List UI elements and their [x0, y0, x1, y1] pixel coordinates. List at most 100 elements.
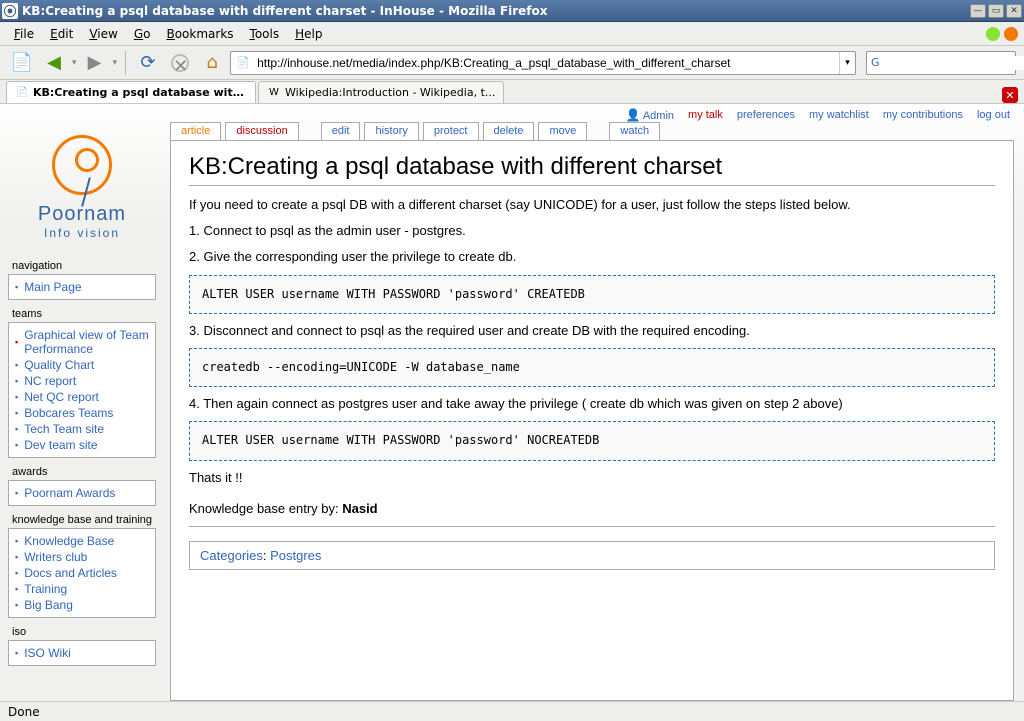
app-icon: ⦿	[2, 3, 18, 19]
ca-discussion[interactable]: discussion	[225, 122, 298, 140]
close-button[interactable]: ✕	[1006, 4, 1022, 18]
code-block-1: ALTER USER username WITH PASSWORD 'passw…	[189, 275, 995, 314]
link-contributions[interactable]: my contributions	[883, 109, 963, 121]
kb-link[interactable]: Knowledge Base	[24, 534, 114, 548]
stop-button[interactable]: ✕	[166, 49, 194, 77]
menu-go[interactable]: Go	[126, 25, 159, 43]
menu-help[interactable]: Help	[287, 25, 330, 43]
portlet-kb: knowledge base and training Knowledge Ba…	[8, 514, 156, 618]
toolbar: 📄 ◀ ▾ ▶ ▾ ⟳ ✕ ⌂ 📄 ▾ G	[0, 46, 1024, 80]
link-logout[interactable]: log out	[977, 109, 1010, 121]
link-admin[interactable]: Admin	[643, 110, 674, 122]
menu-edit[interactable]: Edit	[42, 25, 81, 43]
awards-link[interactable]: Poornam Awards	[24, 486, 115, 500]
kb-link[interactable]: Docs and Articles	[24, 566, 117, 580]
page-viewport: 👤Admin my talk preferences my watchlist …	[0, 104, 1024, 701]
article-content: KB:Creating a psql database with differe…	[170, 140, 1014, 701]
menu-file[interactable]: File	[6, 25, 42, 43]
teams-link[interactable]: Quality Chart	[24, 358, 94, 372]
article-step4: 4. Then again connect as postgres user a…	[189, 395, 995, 413]
portlet-navigation: navigation Main Page	[8, 260, 156, 300]
teams-link[interactable]: NC report	[24, 374, 76, 388]
url-bar[interactable]: 📄 ▾	[230, 51, 856, 75]
browser-tab-1[interactable]: W Wikipedia:Introduction - Wikipedia, t.…	[258, 81, 504, 103]
status-text: Done	[8, 705, 40, 719]
portlet-awards: awards Poornam Awards	[8, 466, 156, 506]
categories-box: Categories: Postgres	[189, 541, 995, 570]
ca-delete[interactable]: delete	[483, 122, 535, 140]
article-intro: If you need to create a psql DB with a d…	[189, 196, 995, 214]
search-engine-icon: G	[871, 55, 880, 71]
ca-edit[interactable]: edit	[321, 122, 361, 140]
nav-main-page[interactable]: Main Page	[24, 280, 81, 294]
link-mytalk[interactable]: my talk	[688, 109, 723, 121]
ca-move[interactable]: move	[538, 122, 587, 140]
link-watchlist[interactable]: my watchlist	[809, 109, 869, 121]
tab-bar: 📄 KB:Creating a psql database with... W …	[0, 80, 1024, 104]
code-block-3: ALTER USER username WITH PASSWORD 'passw…	[189, 421, 995, 460]
logo-swirl-icon	[52, 135, 112, 195]
site-logo[interactable]: Poornam Info vision	[8, 122, 156, 252]
url-input[interactable]	[255, 56, 839, 70]
reload-button[interactable]: ⟳	[134, 49, 162, 77]
iso-link[interactable]: ISO Wiki	[24, 646, 71, 660]
status-orange-icon	[1004, 27, 1018, 41]
link-preferences[interactable]: preferences	[737, 109, 795, 121]
window-title: KB:Creating a psql database with differe…	[22, 4, 968, 18]
kb-entry-by: Knowledge base entry by: Nasid	[189, 501, 995, 527]
kb-link[interactable]: Training	[24, 582, 67, 596]
teams-link[interactable]: Net QC report	[24, 390, 99, 404]
search-box[interactable]: G	[866, 51, 1016, 75]
search-input[interactable]	[884, 56, 1024, 70]
portlet-title: iso	[8, 626, 156, 640]
close-tab-button[interactable]: ✕	[1002, 87, 1018, 103]
code-block-2: createdb --encoding=UNICODE -W database_…	[189, 348, 995, 387]
ca-article[interactable]: article	[170, 122, 221, 140]
statusbar: Done	[0, 701, 1024, 721]
home-button[interactable]: ⌂	[198, 49, 226, 77]
article-step3: 3. Disconnect and connect to psql as the…	[189, 322, 995, 340]
article-step1: 1. Connect to psql as the admin user - p…	[189, 222, 995, 240]
personal-links: 👤Admin my talk preferences my watchlist …	[626, 108, 1010, 122]
kb-link[interactable]: Writers club	[24, 550, 87, 564]
tab-label: KB:Creating a psql database with...	[33, 86, 247, 99]
portlet-title: knowledge base and training	[8, 514, 156, 528]
article-thatsit: Thats it !!	[189, 469, 995, 487]
menubar: File Edit View Go Bookmarks Tools Help	[0, 22, 1024, 46]
menu-bookmarks[interactable]: Bookmarks	[158, 25, 241, 43]
window-titlebar: ⦿ KB:Creating a psql database with diffe…	[0, 0, 1024, 22]
maximize-button[interactable]: ▭	[988, 4, 1004, 18]
left-column: Poornam Info vision navigation Main Page…	[8, 122, 156, 666]
portlet-iso: iso ISO Wiki	[8, 626, 156, 666]
article-title: KB:Creating a psql database with differe…	[189, 153, 995, 186]
teams-link[interactable]: Dev team site	[24, 438, 97, 452]
content-action-tabs: article discussion edit history protect …	[170, 122, 664, 140]
minimize-button[interactable]: —	[970, 4, 986, 18]
url-dropdown[interactable]: ▾	[839, 52, 855, 74]
new-tab-button[interactable]: 📄	[8, 49, 36, 77]
portlet-title: teams	[8, 308, 156, 322]
kb-link[interactable]: Big Bang	[24, 598, 73, 612]
tab-label: Wikipedia:Introduction - Wikipedia, t...	[285, 86, 495, 99]
menu-tools[interactable]: Tools	[242, 25, 288, 43]
ca-watch[interactable]: watch	[609, 122, 660, 140]
portlet-title: awards	[8, 466, 156, 480]
user-icon: 👤	[626, 108, 641, 122]
page-icon: 📄	[15, 86, 29, 100]
portlet-title: navigation	[8, 260, 156, 274]
browser-tab-0[interactable]: 📄 KB:Creating a psql database with...	[6, 81, 256, 103]
teams-link[interactable]: Tech Team site	[24, 422, 104, 436]
back-button[interactable]: ◀	[40, 49, 68, 77]
ca-protect[interactable]: protect	[423, 122, 479, 140]
ca-history[interactable]: history	[364, 122, 418, 140]
article-step2: 2. Give the corresponding user the privi…	[189, 248, 995, 266]
category-postgres[interactable]: Postgres	[270, 548, 321, 563]
teams-link[interactable]: Bobcares Teams	[24, 406, 113, 420]
forward-button[interactable]: ▶	[81, 49, 109, 77]
teams-link[interactable]: Graphical view of Team Performance	[24, 328, 151, 356]
portlet-teams: teams Graphical view of Team Performance…	[8, 308, 156, 458]
wikipedia-icon: W	[267, 86, 281, 100]
categories-link[interactable]: Categories	[200, 548, 263, 563]
menu-view[interactable]: View	[81, 25, 125, 43]
site-icon: 📄	[235, 55, 251, 71]
